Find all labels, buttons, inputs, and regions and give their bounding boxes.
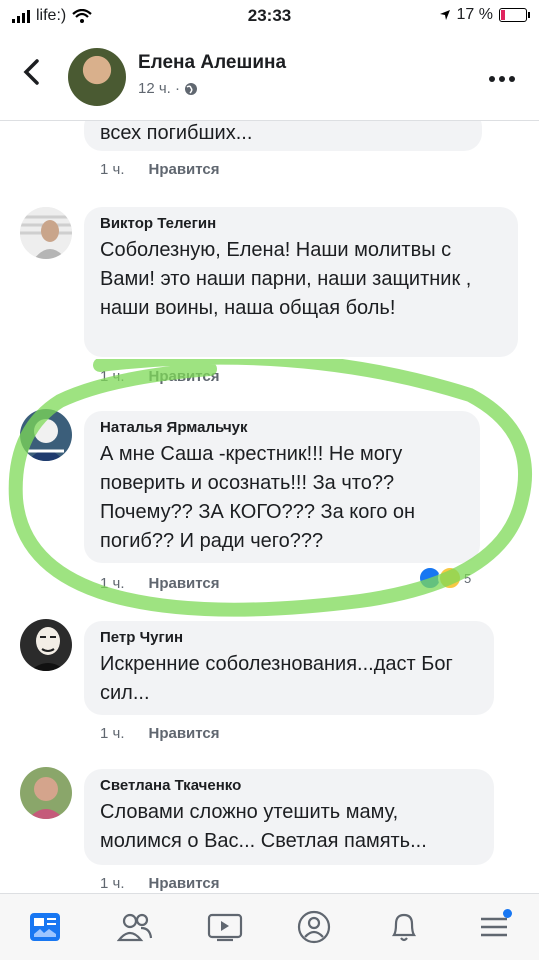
friends-icon xyxy=(116,913,152,942)
more-icon xyxy=(489,76,515,82)
comment-text: Искренние соболезнования...даст Бог сил.… xyxy=(100,653,453,704)
comment-author[interactable]: Светлана Ткаченко xyxy=(100,777,480,794)
reactions[interactable]: 5 xyxy=(418,566,471,590)
avatar-photo xyxy=(20,207,72,259)
like-button[interactable]: Нравится xyxy=(149,875,220,892)
comment-actions: 1 ч. Нравится xyxy=(100,368,220,385)
comment-time: 1 ч. xyxy=(100,575,125,592)
tab-watch[interactable] xyxy=(201,903,249,951)
back-button[interactable] xyxy=(22,58,40,90)
comment-author[interactable]: Наталья Ярмальчук xyxy=(100,419,466,436)
comment-time: 1 ч. xyxy=(100,725,125,742)
comment-author[interactable]: Петр Чугин xyxy=(100,629,480,646)
tab-friends[interactable] xyxy=(111,903,159,951)
comment-text: Соболезную, Елена! Наши молитвы с Вами! … xyxy=(100,239,472,319)
tab-menu[interactable] xyxy=(470,903,518,951)
comment-actions: 1 ч. Нравится xyxy=(100,161,220,178)
comment-text: всех погибших... xyxy=(100,122,253,144)
comment-text: Словами сложно утешить маму, молимся о В… xyxy=(100,801,427,852)
avatar[interactable] xyxy=(20,207,72,259)
post-time: 12 ч. · xyxy=(138,80,180,97)
reaction-count: 5 xyxy=(464,570,472,586)
comment-bubble[interactable]: Светлана Ткаченко Словами сложно утешить… xyxy=(84,769,494,865)
post-meta: 12 ч. · xyxy=(138,80,198,97)
news-feed-icon xyxy=(29,913,60,941)
comment-actions: 1 ч. Нравится xyxy=(100,725,220,742)
status-right: 17 % xyxy=(439,6,530,24)
battery-icon xyxy=(499,8,530,22)
avatar-photo xyxy=(20,619,72,671)
more-options-button[interactable] xyxy=(489,62,515,90)
avatar[interactable] xyxy=(20,619,72,671)
like-button[interactable]: Нравится xyxy=(149,575,220,592)
comment-time: 1 ч. xyxy=(100,161,125,178)
avatar[interactable] xyxy=(20,409,72,461)
avatar[interactable] xyxy=(20,767,72,819)
author-name[interactable]: Елена Алешина xyxy=(138,52,286,74)
comment-actions: 1 ч. Нравится xyxy=(100,875,220,892)
comment-text: А мне Саша -крестник!!! Не могу поверить… xyxy=(100,443,416,552)
comment-time: 1 ч. xyxy=(100,875,125,892)
avatar[interactable] xyxy=(68,48,126,106)
bell-icon xyxy=(392,913,417,942)
like-button[interactable]: Нравится xyxy=(149,161,220,178)
notification-dot xyxy=(503,909,513,918)
menu-icon xyxy=(481,917,508,937)
tab-notifications[interactable] xyxy=(380,903,428,951)
comment-author[interactable]: Виктор Телегин xyxy=(100,215,504,232)
comment-bubble[interactable]: Петр Чугин Искренние соболезнования...да… xyxy=(84,621,494,715)
battery-label: 17 % xyxy=(456,6,493,23)
comment-bubble[interactable]: всех погибших... xyxy=(84,121,482,151)
comment-time: 1 ч. xyxy=(100,368,125,385)
comment-bubble[interactable]: Виктор Телегин Соболезную, Елена! Наши м… xyxy=(84,207,518,357)
like-button[interactable]: Нравится xyxy=(149,725,220,742)
globe-icon xyxy=(185,82,197,95)
sad-reaction-icon xyxy=(438,566,462,590)
comment-actions: 1 ч. Нравится xyxy=(100,575,220,592)
location-arrow-icon xyxy=(439,10,450,20)
profile-icon xyxy=(298,910,331,944)
tab-profile[interactable] xyxy=(290,903,338,951)
status-bar: life:) 23:33 17 % xyxy=(0,0,539,34)
watch-icon xyxy=(207,913,242,942)
bottom-tab-bar xyxy=(0,893,539,960)
avatar-photo xyxy=(20,409,72,461)
comments-list: всех погибших... 1 ч. Нравится Виктор Те… xyxy=(0,121,539,894)
chevron-left-icon xyxy=(23,59,39,85)
like-button[interactable]: Нравится xyxy=(149,368,220,385)
tab-news-feed[interactable] xyxy=(21,903,69,951)
avatar-photo xyxy=(20,767,72,819)
comment-bubble[interactable]: Наталья Ярмальчук А мне Саша -крестник!!… xyxy=(84,411,480,563)
post-header: Елена Алешина 12 ч. · xyxy=(0,34,539,121)
